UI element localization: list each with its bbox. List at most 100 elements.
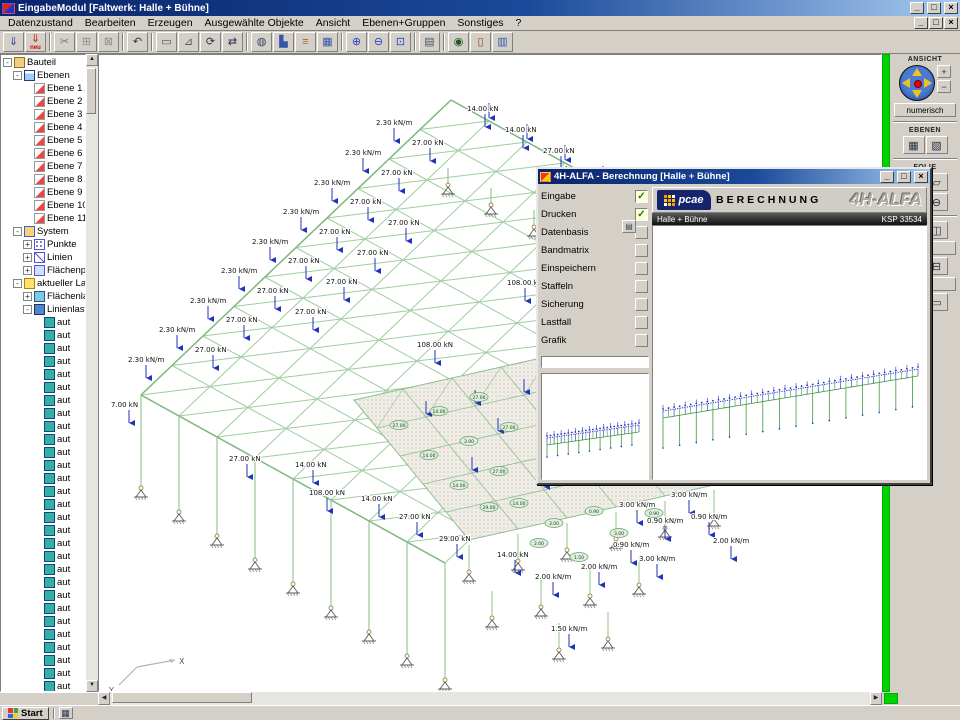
car-button[interactable]: ◍ <box>251 32 272 52</box>
numerisch-button[interactable]: numerisch <box>894 103 956 117</box>
tree-item-aut[interactable]: aut <box>1 537 85 550</box>
tree-expander[interactable]: - <box>3 58 12 67</box>
dialog-maximize-button[interactable]: □ <box>897 171 911 183</box>
dialog-close-button[interactable]: × <box>914 171 928 183</box>
view-zoom-in-button[interactable]: + <box>937 65 951 78</box>
dialog-titlebar[interactable]: 4H-ALFA - Berechnung [Halle + Bühne] _ □… <box>538 169 930 184</box>
copy-button[interactable]: ⊞ <box>76 32 97 52</box>
tree-item-aut[interactable]: aut <box>1 498 85 511</box>
start-button[interactable]: Start <box>2 707 49 720</box>
scrollbar-track[interactable] <box>86 66 98 680</box>
tree-expander[interactable]: - <box>13 227 22 236</box>
scrollbar-track[interactable] <box>110 692 870 705</box>
tree-item-aut[interactable]: aut <box>1 628 85 641</box>
tree-expander[interactable]: + <box>23 292 32 301</box>
scrollbar-thumb[interactable] <box>86 68 96 114</box>
tree-expander[interactable]: + <box>23 266 32 275</box>
scroll-down-button[interactable]: ▼ <box>86 680 98 692</box>
tree-item-aut[interactable]: aut <box>1 407 85 420</box>
undo-button[interactable]: ↶ <box>127 32 148 52</box>
tree-item-linienlast[interactable]: -Linienlast <box>1 303 85 316</box>
tree-expander[interactable]: - <box>23 305 32 314</box>
layer-list-button[interactable]: ▧ <box>926 136 948 154</box>
compass-center-icon[interactable] <box>914 80 922 88</box>
mdi-restore-button[interactable]: □ <box>929 17 943 29</box>
checkbox-bandmatrix[interactable] <box>635 244 648 257</box>
checkbox-lastfall[interactable] <box>635 316 648 329</box>
zoom-in-button[interactable]: ⊕ <box>346 32 367 52</box>
tree-item-aut[interactable]: aut <box>1 485 85 498</box>
tree-item-ebene-6[interactable]: Ebene 6 <box>1 147 85 160</box>
tree-item-fl-chenla[interactable]: +Flächenla <box>1 290 85 303</box>
print-button[interactable]: ▤ <box>419 32 440 52</box>
tree-vertical-scrollbar[interactable]: ▲ ▼ <box>86 54 98 692</box>
tree-item-punkte[interactable]: +Punkte <box>1 238 85 251</box>
tree-expander[interactable]: - <box>13 279 22 288</box>
view-compass[interactable] <box>899 65 935 101</box>
grid-button[interactable]: ▦ <box>317 32 338 52</box>
tree-item-aut[interactable]: aut <box>1 680 85 692</box>
pan-button[interactable]: ⇄ <box>222 32 243 52</box>
tree-item-ebene-1-a[interactable]: Ebene 1 A <box>1 82 85 95</box>
checkbox-einspeichern[interactable] <box>635 262 648 275</box>
tree-item-aut[interactable]: aut <box>1 342 85 355</box>
tree-item-aut[interactable]: aut <box>1 355 85 368</box>
tree-item-ebene-3[interactable]: Ebene 3 <box>1 108 85 121</box>
tree-item-aut[interactable]: aut <box>1 472 85 485</box>
compass-north-icon[interactable] <box>912 68 922 76</box>
tree-item-ebene-8-a[interactable]: Ebene 8 A <box>1 173 85 186</box>
checkbox-staffeln[interactable] <box>635 280 648 293</box>
select-rect-button[interactable]: ▭ <box>156 32 177 52</box>
load-datastate-button[interactable]: ⇓ <box>3 32 24 52</box>
checkbox-drucken[interactable]: ✓ <box>635 208 648 221</box>
checkbox-sicherung[interactable] <box>635 298 648 311</box>
tree-item-ebene-10[interactable]: Ebene 10 <box>1 199 85 212</box>
delete-button[interactable]: ⊠ <box>98 32 119 52</box>
tree-item-linien[interactable]: +Linien <box>1 251 85 264</box>
print-settings-button[interactable]: ▤ <box>622 220 636 233</box>
tree-expander[interactable]: - <box>13 71 22 80</box>
zoom-window-button[interactable]: ⊡ <box>390 32 411 52</box>
tree-item-aut[interactable]: aut <box>1 576 85 589</box>
layer-edit-button[interactable]: ▦ <box>903 136 925 154</box>
menu-ebenen-gruppen[interactable]: Ebenen+Gruppen <box>356 17 451 29</box>
maximize-button[interactable]: □ <box>927 2 941 14</box>
scrollbar-thumb[interactable] <box>112 692 252 703</box>
canvas-horizontal-scrollbar[interactable]: ◀ ▶ <box>98 692 882 705</box>
abacus-button[interactable]: ≡ <box>295 32 316 52</box>
tree-item-aut[interactable]: aut <box>1 329 85 342</box>
tree-item-system[interactable]: -System <box>1 225 85 238</box>
tree-item-ebene-2-e[interactable]: Ebene 2 E <box>1 95 85 108</box>
menu-datenzustand[interactable]: Datenzustand <box>2 17 79 29</box>
tree-item-aut[interactable]: aut <box>1 511 85 524</box>
tree-item-aut[interactable]: aut <box>1 654 85 667</box>
tree-item-aut[interactable]: aut <box>1 550 85 563</box>
cut-button[interactable]: ✂ <box>54 32 75 52</box>
tree-item-aut[interactable]: aut <box>1 641 85 654</box>
tree-item-ebene-7[interactable]: Ebene 7 <box>1 160 85 173</box>
menu-sonstiges[interactable]: Sonstiges <box>451 17 509 29</box>
tree-item-ebenen[interactable]: -Ebenen <box>1 69 85 82</box>
tree-item-aut[interactable]: aut <box>1 316 85 329</box>
scroll-left-button[interactable]: ◀ <box>98 692 110 705</box>
compass-west-icon[interactable] <box>902 78 910 88</box>
tree-item-aut[interactable]: aut <box>1 394 85 407</box>
close-button[interactable]: × <box>944 2 958 14</box>
tree-item-aut[interactable]: aut <box>1 381 85 394</box>
scroll-up-button[interactable]: ▲ <box>86 54 98 66</box>
menu-ansicht[interactable]: Ansicht <box>310 17 356 29</box>
mdi-close-button[interactable]: × <box>944 17 958 29</box>
rotate-button[interactable]: ⟳ <box>200 32 221 52</box>
checkbox-datenbasis[interactable] <box>635 226 648 239</box>
eye-button[interactable]: ◉ <box>448 32 469 52</box>
checkbox-grafik[interactable] <box>635 334 648 347</box>
tree-item-aut[interactable]: aut <box>1 667 85 680</box>
new-datastate-button[interactable]: ⇓neu <box>25 32 46 52</box>
tree-item-aut[interactable]: aut <box>1 615 85 628</box>
view-zoom-out-button[interactable]: − <box>937 80 951 93</box>
ruler-button[interactable]: ⊿ <box>178 32 199 52</box>
menu-bearbeiten[interactable]: Bearbeiten <box>79 17 142 29</box>
minimize-button[interactable]: _ <box>910 2 924 14</box>
menu--[interactable]: ? <box>510 17 528 29</box>
tree-item-fl-chenpo[interactable]: +Flächenpo <box>1 264 85 277</box>
